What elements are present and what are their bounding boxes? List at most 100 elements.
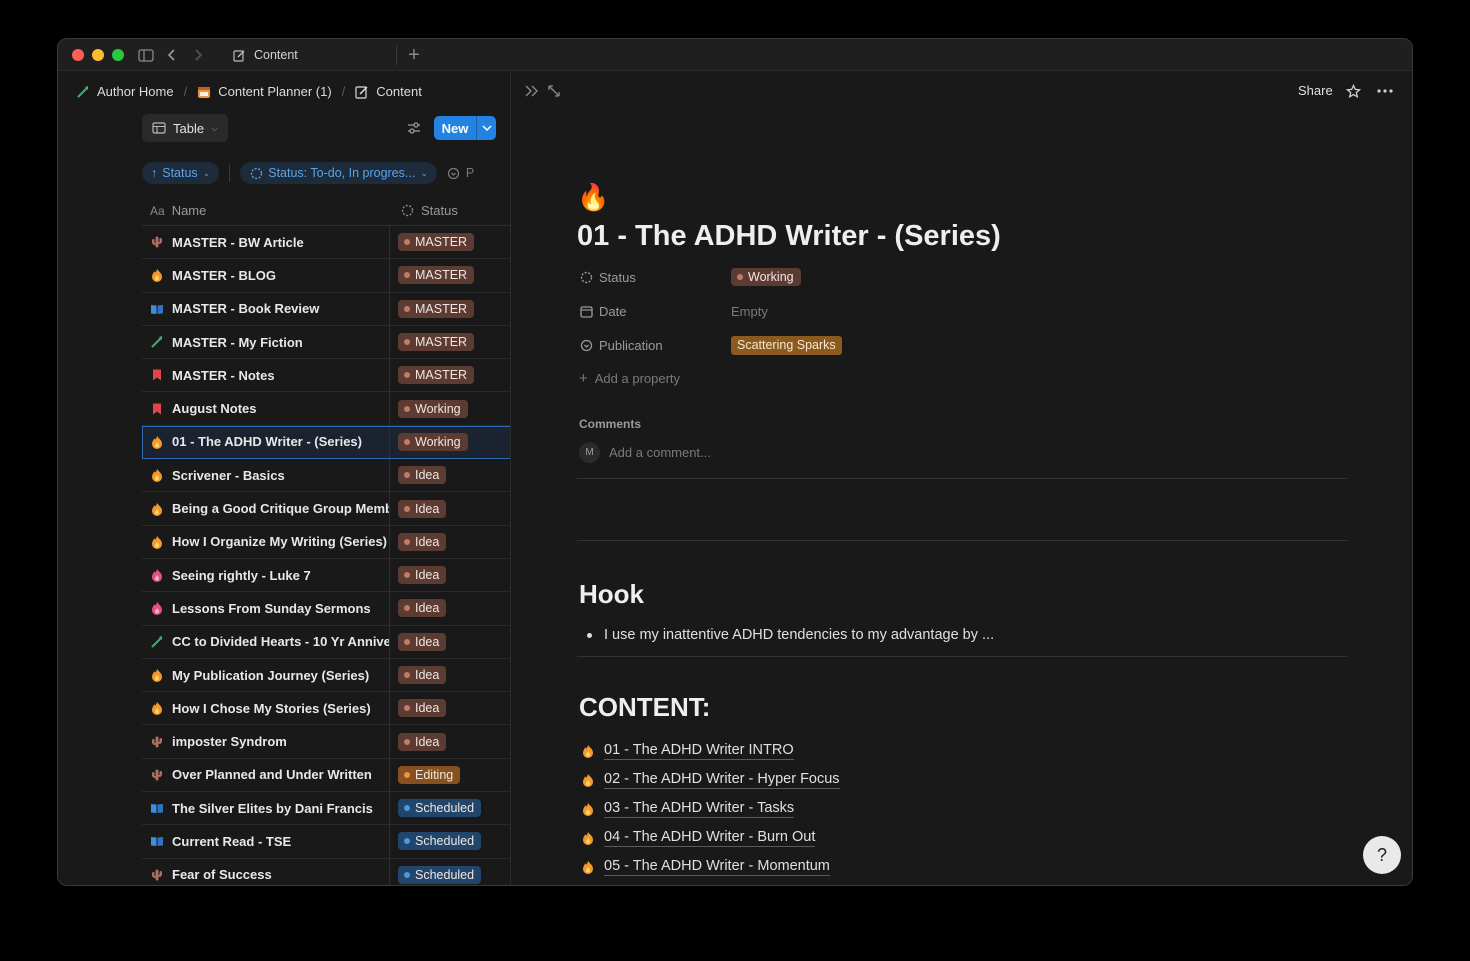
name-cell[interactable]: MASTER - Book Review [142, 292, 390, 325]
name-cell[interactable]: My Publication Journey (Series) [142, 658, 390, 692]
table-row[interactable]: MASTER - My Fiction MASTER [142, 325, 510, 360]
content-link[interactable]: 04 - The ADHD Writer - Burn Out [581, 823, 840, 852]
close-window-button[interactable] [72, 49, 84, 61]
hook-heading[interactable]: Hook [579, 579, 644, 610]
forward-icon[interactable] [188, 45, 208, 65]
content-link[interactable]: 03 - The ADHD Writer - Tasks [581, 794, 840, 823]
table-row[interactable]: Seeing rightly - Luke 7 Idea [142, 558, 510, 593]
table-row[interactable]: MASTER - Notes MASTER [142, 359, 510, 393]
status-cell[interactable]: Idea [390, 692, 510, 724]
status-cell[interactable]: Idea [390, 459, 510, 491]
name-cell[interactable]: MASTER - My Fiction [142, 325, 390, 359]
column-header-name[interactable]: Aa Name [142, 196, 390, 225]
status-filter-chip[interactable]: Status: To-do, In progres... ⌄ [240, 162, 437, 184]
content-link[interactable]: 05 - The ADHD Writer - Momentum [581, 852, 840, 881]
add-property-button[interactable]: + Add a property [579, 370, 680, 387]
table-row[interactable]: Being a Good Critique Group Member Idea [142, 492, 510, 526]
status-cell[interactable]: Working [390, 426, 510, 458]
table-row[interactable]: My Publication Journey (Series) Idea [142, 658, 510, 693]
name-cell[interactable]: Over Planned and Under Written [142, 758, 390, 792]
status-cell[interactable]: Scheduled [390, 792, 510, 824]
breadcrumb-content-planner[interactable]: Content Planner (1) [193, 82, 335, 101]
content-link[interactable]: 02 - The ADHD Writer - Hyper Focus [581, 765, 840, 794]
name-cell[interactable]: imposter Syndrom [142, 725, 390, 758]
more-options-icon[interactable] [1376, 82, 1394, 100]
table-row[interactable]: Fear of Success Scheduled [142, 858, 510, 885]
table-row[interactable]: How I Chose My Stories (Series) Idea [142, 692, 510, 726]
page-icon[interactable]: 🔥 [577, 182, 609, 213]
view-selector[interactable]: Table ⌵ [142, 114, 228, 142]
status-cell[interactable]: Idea [390, 626, 510, 658]
name-cell[interactable]: How I Chose My Stories (Series) [142, 692, 390, 725]
property-status[interactable]: Status Working [579, 266, 801, 288]
back-icon[interactable] [162, 45, 182, 65]
table-row[interactable]: How I Organize My Writing (Series) Idea [142, 525, 510, 559]
publication-tag[interactable]: Scattering Sparks [731, 335, 842, 355]
breadcrumb-content[interactable]: Content [351, 82, 426, 101]
content-link[interactable]: 01 - The ADHD Writer INTRO [581, 736, 840, 765]
name-cell[interactable]: MASTER - BW Article [142, 226, 390, 259]
table-row[interactable]: August Notes Working [142, 392, 510, 426]
comment-input[interactable]: M Add a comment... [579, 442, 711, 463]
status-cell[interactable]: MASTER [390, 293, 510, 325]
breadcrumb-author-home[interactable]: Author Home [72, 82, 178, 101]
close-peek-icon[interactable] [523, 82, 541, 100]
share-button[interactable]: Share [1298, 83, 1333, 98]
status-cell[interactable]: Idea [390, 725, 510, 757]
status-cell[interactable]: MASTER [390, 226, 510, 258]
table-row[interactable]: Lessons From Sunday Sermons Idea [142, 592, 510, 626]
tab-content[interactable]: Content [224, 39, 396, 71]
table-row[interactable]: Current Read - TSE Scheduled [142, 825, 510, 859]
status-cell[interactable]: MASTER [390, 359, 510, 391]
table-row[interactable]: Scrivener - Basics Idea [142, 459, 510, 493]
content-heading[interactable]: CONTENT: [579, 692, 710, 723]
chevron-down-icon[interactable] [476, 116, 496, 140]
name-cell[interactable]: Seeing rightly - Luke 7 [142, 558, 390, 592]
more-filter-chip[interactable]: P [447, 166, 474, 180]
sidebar-toggle-icon[interactable] [136, 45, 156, 65]
status-cell[interactable]: Idea [390, 559, 510, 591]
name-cell[interactable]: Current Read - TSE [142, 825, 390, 858]
status-cell[interactable]: Idea [390, 659, 510, 691]
status-cell[interactable]: MASTER [390, 326, 510, 358]
help-button[interactable]: ? [1363, 836, 1401, 874]
table-row[interactable]: MASTER - BW Article MASTER [142, 226, 510, 260]
settings-sliders-icon[interactable] [404, 118, 424, 138]
minimize-window-button[interactable] [92, 49, 104, 61]
table-row[interactable]: MASTER - BLOG MASTER [142, 259, 510, 293]
status-cell[interactable]: Scheduled [390, 859, 510, 885]
name-cell[interactable]: Lessons From Sunday Sermons [142, 592, 390, 625]
table-row[interactable]: Over Planned and Under Written Editing [142, 758, 510, 793]
property-publication[interactable]: Publication Scattering Sparks [579, 334, 842, 356]
status-cell[interactable]: Idea [390, 526, 510, 558]
expand-icon[interactable] [545, 82, 563, 100]
property-date[interactable]: Date Empty [579, 300, 768, 322]
name-cell[interactable]: How I Organize My Writing (Series) [142, 525, 390, 558]
name-cell[interactable]: CC to Divided Hearts - 10 Yr Anniversary [142, 625, 390, 658]
table-row[interactable]: MASTER - Book Review MASTER [142, 292, 510, 326]
name-cell[interactable]: 01 - The ADHD Writer - (Series) [142, 425, 390, 459]
page-title[interactable]: 01 - The ADHD Writer - (Series) [577, 220, 1001, 253]
status-cell[interactable]: Scheduled [390, 825, 510, 857]
name-cell[interactable]: Being a Good Critique Group Member [142, 492, 390, 525]
sort-chip[interactable]: ↑ Status ⌄ [142, 162, 220, 184]
name-cell[interactable]: Fear of Success [142, 858, 390, 885]
status-cell[interactable]: Idea [390, 592, 510, 624]
new-button[interactable]: New [434, 116, 496, 140]
table-row[interactable]: imposter Syndrom Idea [142, 725, 510, 759]
name-cell[interactable]: August Notes [142, 392, 390, 425]
star-icon[interactable] [1344, 82, 1362, 100]
zoom-window-button[interactable] [112, 49, 124, 61]
name-cell[interactable]: Scrivener - Basics [142, 459, 390, 492]
status-cell[interactable]: Working [390, 392, 510, 424]
status-cell[interactable]: Idea [390, 492, 510, 524]
name-cell[interactable]: MASTER - BLOG [142, 259, 390, 292]
table-row[interactable]: The Silver Elites by Dani Francis Schedul… [142, 792, 510, 826]
table-row[interactable]: CC to Divided Hearts - 10 Yr Anniversary… [142, 625, 510, 659]
name-cell[interactable]: The Silver Elites by Dani Francis [142, 792, 390, 825]
column-header-status[interactable]: Status [390, 196, 510, 225]
new-tab-button[interactable]: + [402, 43, 426, 67]
status-badge[interactable]: Working [731, 268, 801, 286]
table-row[interactable]: 01 - The ADHD Writer - (Series) Working [142, 425, 510, 460]
hook-bullet[interactable]: I use my inattentive ADHD tendencies to … [587, 627, 994, 643]
